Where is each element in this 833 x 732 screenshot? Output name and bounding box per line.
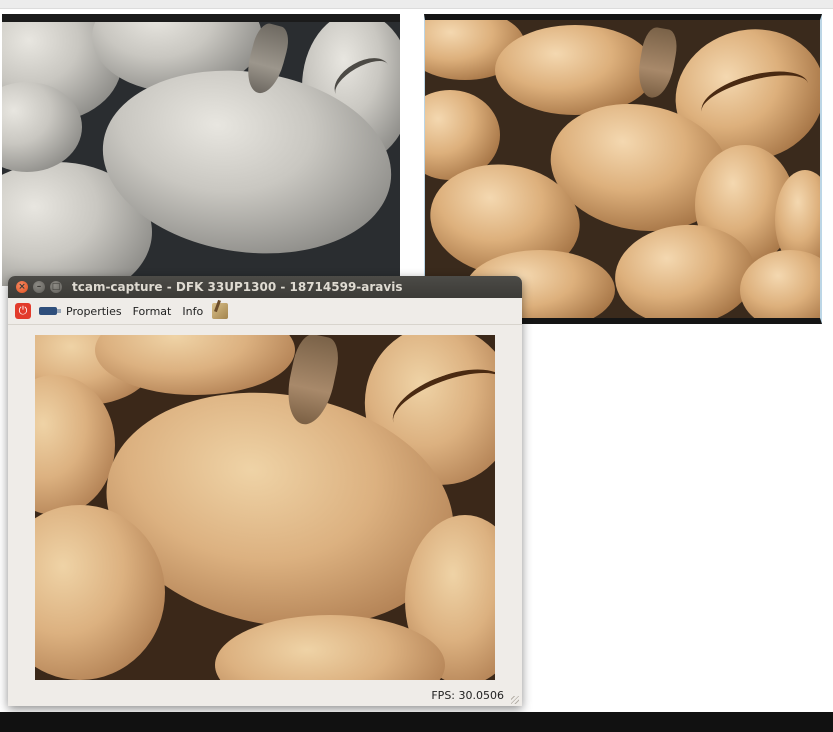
resize-grip[interactable] (511, 696, 519, 704)
fps-readout: FPS: 30.0506 (431, 689, 504, 702)
window-title: tcam-capture - DFK 33UP1300 - 18714599-a… (72, 280, 403, 294)
minimize-button[interactable]: – (33, 281, 45, 293)
capture-preview-image (35, 335, 495, 680)
usb-device-icon[interactable] (39, 307, 61, 315)
top-window-strip (0, 0, 833, 9)
power-icon[interactable]: ⏻ (15, 303, 31, 319)
menu-properties[interactable]: Properties (66, 305, 122, 318)
menu-info[interactable]: Info (182, 305, 203, 318)
left-preview-image (2, 14, 400, 286)
desktop-bottom-bar (0, 712, 833, 732)
maximize-button[interactable]: □ (50, 281, 62, 293)
toolbar: ⏻ Properties Format Info (8, 298, 522, 325)
tcam-capture-window: × – □ tcam-capture - DFK 33UP1300 - 1871… (8, 276, 522, 706)
menu-format[interactable]: Format (133, 305, 172, 318)
close-button[interactable]: × (16, 281, 28, 293)
title-bar[interactable]: × – □ tcam-capture - DFK 33UP1300 - 1871… (8, 276, 522, 298)
tools-icon[interactable] (212, 303, 229, 319)
